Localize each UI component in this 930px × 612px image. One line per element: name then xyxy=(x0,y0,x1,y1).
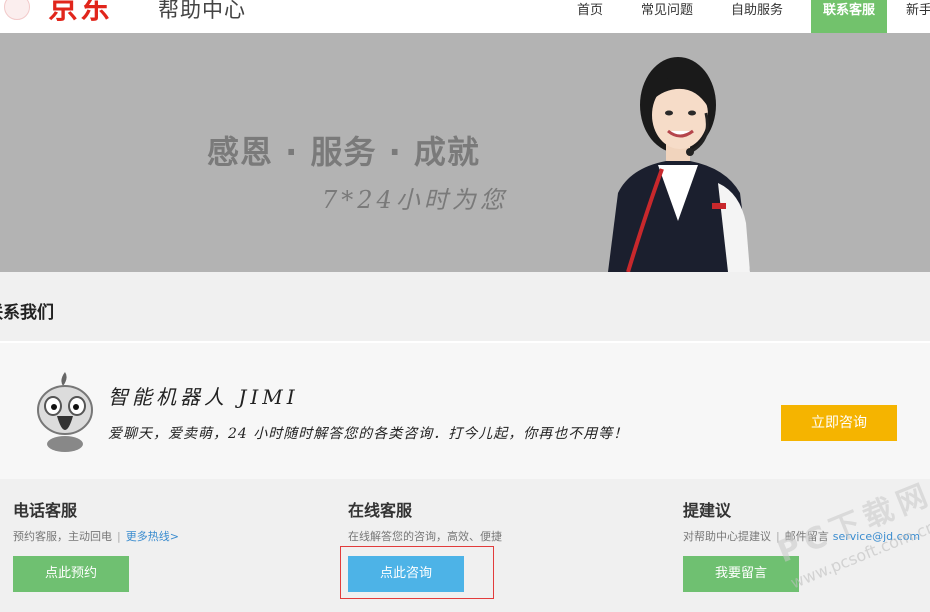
jimi-robot-panel: 智能机器人 JIMI 爱聊天，爱卖萌，24 小时随时解答您的各类咨询．打今儿起，… xyxy=(0,341,930,479)
book-callback-button[interactable]: 点此预约 xyxy=(13,556,129,592)
jd-logo[interactable]: 京东 xyxy=(0,0,140,26)
suggestion-column: 提建议 对帮助中心提建议 | 邮件留言 service@jd.com xyxy=(683,497,920,548)
phone-service-column: 电话客服 预约客服，主动回电 | 更多热线> xyxy=(13,497,179,548)
header-bar: 京东 帮助中心 首页 常见问题 自助服务 联系客服 新手 xyxy=(0,0,930,33)
highlight-annotation-box xyxy=(340,546,494,599)
consult-now-button[interactable]: 立即咨询 xyxy=(781,405,897,441)
phone-service-desc: 预约客服，主动回电 | 更多热线> xyxy=(13,528,179,548)
phone-service-desc-text: 预约客服，主动回电 xyxy=(13,530,112,543)
more-hotlines-link[interactable]: 更多热线> xyxy=(126,530,179,543)
nav-home[interactable]: 首页 xyxy=(570,0,610,33)
leave-message-button[interactable]: 我要留言 xyxy=(683,556,799,592)
online-service-column: 在线客服 在线解答您的咨询，高效、便捷 xyxy=(348,497,502,548)
nav-contact-service[interactable]: 联系客服 xyxy=(811,0,887,33)
customer-service-agent-image xyxy=(608,57,750,272)
online-service-desc: 在线解答您的咨询，高效、便捷 xyxy=(348,530,502,543)
divider: | xyxy=(117,530,121,543)
site-title: 帮助中心 xyxy=(158,0,246,22)
online-service-title: 在线客服 xyxy=(348,501,413,520)
jimi-robot-icon xyxy=(37,372,93,452)
suggestion-desc: 对帮助中心提建议 | 邮件留言 service@jd.com xyxy=(683,528,920,548)
email-message-label: 邮件留言 xyxy=(784,530,829,543)
banner-slogan: 感恩 · 服务 · 成就 xyxy=(207,133,480,171)
hero-banner: 感恩 · 服务 · 成就 7*24小时为您 xyxy=(0,33,930,272)
nav-self-service[interactable]: 自助服务 xyxy=(724,0,790,33)
nav-newbie[interactable]: 新手 xyxy=(906,0,930,33)
nav-faq[interactable]: 常见问题 xyxy=(634,0,700,33)
phone-service-title: 电话客服 xyxy=(13,501,78,520)
suggestion-desc-text: 对帮助中心提建议 xyxy=(683,530,771,543)
robot-description: 爱聊天，爱卖萌，24 小时随时解答您的各类咨询．打今儿起，你再也不用等！ xyxy=(108,426,629,442)
jd-mascot-icon xyxy=(4,0,30,20)
service-email-link[interactable]: service@jd.com xyxy=(833,530,920,543)
logo-text: 京东 xyxy=(48,0,112,26)
robot-title: 智能机器人 JIMI xyxy=(108,385,299,409)
divider: | xyxy=(776,530,780,543)
suggestion-title: 提建议 xyxy=(683,501,732,520)
section-title: 联系我们 xyxy=(0,303,54,323)
banner-sub-slogan: 7*24小时为您 xyxy=(322,186,508,214)
